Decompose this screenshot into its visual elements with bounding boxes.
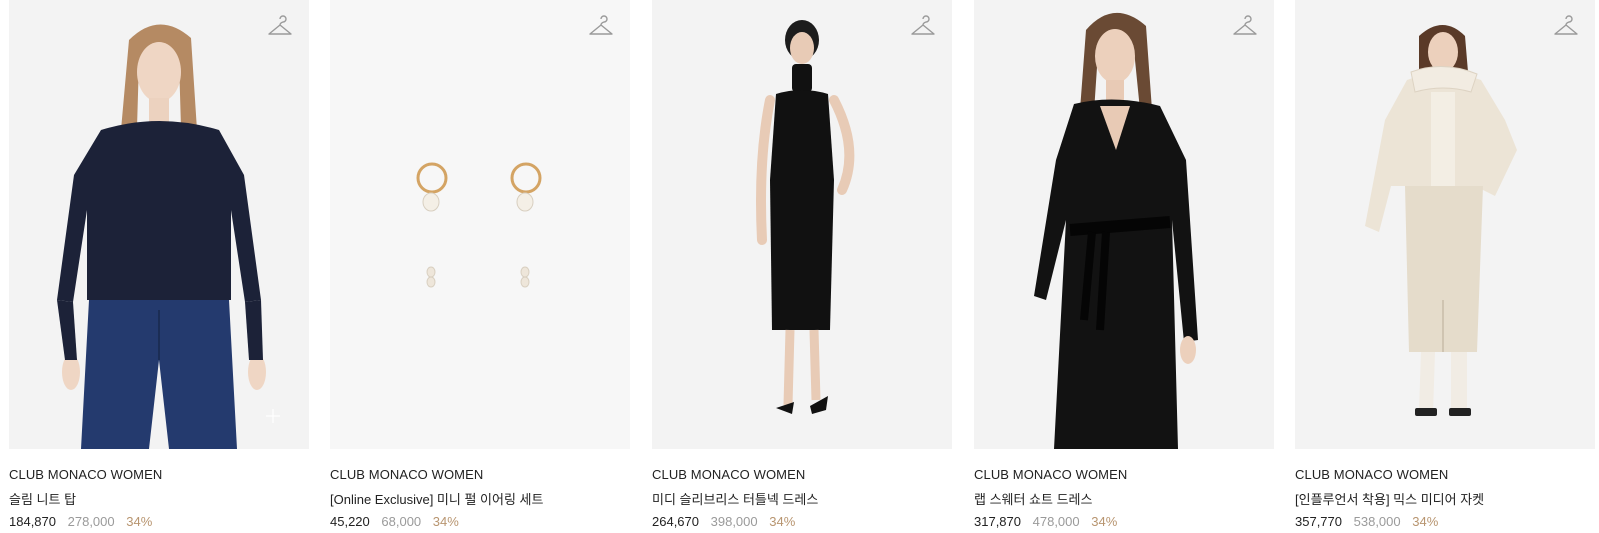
discount-rate: 34%: [1091, 514, 1118, 529]
discount-rate: 34%: [126, 514, 153, 529]
product-brand: CLUB MONACO WOMEN: [652, 467, 806, 482]
sale-price: 184,870: [9, 514, 56, 529]
product-image[interactable]: [1295, 0, 1595, 449]
product-name[interactable]: [인플루언서 착용] 믹스 미디어 자켓: [1295, 489, 1484, 508]
hanger-icon[interactable]: [588, 14, 614, 40]
original-price: 278,000: [67, 514, 115, 529]
product-name[interactable]: 슬림 니트 탑: [9, 489, 76, 508]
product-image[interactable]: [652, 0, 952, 449]
product-grid: CLUB MONACO WOMEN 슬림 니트 탑 184,870 278,00…: [0, 0, 1599, 533]
plus-icon[interactable]: [266, 409, 280, 423]
discount-rate: 34%: [1412, 514, 1439, 529]
original-price: 478,000: [1032, 514, 1080, 529]
sale-price: 317,870: [974, 514, 1021, 529]
price-row: 357,770 538,000 34%: [1295, 514, 1446, 529]
hanger-icon[interactable]: [910, 14, 936, 40]
price-row: 264,670 398,000 34%: [652, 514, 803, 529]
hanger-icon[interactable]: [1553, 14, 1579, 40]
product-image[interactable]: [330, 0, 630, 449]
product-card[interactable]: CLUB MONACO WOMEN [인플루언서 착용] 믹스 미디어 자켓 3…: [1295, 0, 1595, 533]
product-image[interactable]: [9, 0, 309, 449]
original-price: 68,000: [381, 514, 422, 529]
original-price: 398,000: [710, 514, 758, 529]
sale-price: 264,670: [652, 514, 699, 529]
product-card[interactable]: CLUB MONACO WOMEN [Online Exclusive] 미니 …: [330, 0, 630, 533]
product-image[interactable]: [974, 0, 1274, 449]
pearl-earring-set-photo: [416, 162, 542, 288]
hanger-icon[interactable]: [267, 14, 293, 40]
product-card[interactable]: CLUB MONACO WOMEN 미디 슬리브리스 터틀넥 드레스 264,6…: [652, 0, 952, 533]
product-name[interactable]: 미디 슬리브리스 터틀넥 드레스: [652, 489, 818, 508]
price-row: 317,870 478,000 34%: [974, 514, 1125, 529]
navy-knit-top-photo: [57, 24, 266, 449]
product-brand: CLUB MONACO WOMEN: [330, 467, 484, 482]
product-card[interactable]: CLUB MONACO WOMEN 랩 스웨터 쇼트 드레스 317,870 4…: [974, 0, 1274, 533]
ivory-mixed-media-jacket-photo: [1365, 25, 1517, 416]
discount-rate: 34%: [769, 514, 796, 529]
product-name[interactable]: 랩 스웨터 쇼트 드레스: [974, 489, 1092, 508]
sale-price: 357,770: [1295, 514, 1342, 529]
black-turtleneck-dress-photo: [756, 20, 855, 414]
black-wrap-sweater-dress-photo: [1034, 12, 1198, 449]
product-card[interactable]: CLUB MONACO WOMEN 슬림 니트 탑 184,870 278,00…: [9, 0, 309, 533]
product-brand: CLUB MONACO WOMEN: [9, 467, 163, 482]
price-row: 45,220 68,000 34%: [330, 514, 467, 529]
product-brand: CLUB MONACO WOMEN: [974, 467, 1128, 482]
discount-rate: 34%: [432, 514, 459, 529]
product-brand: CLUB MONACO WOMEN: [1295, 467, 1449, 482]
product-name[interactable]: [Online Exclusive] 미니 펄 이어링 세트: [330, 489, 543, 508]
price-row: 184,870 278,000 34%: [9, 514, 160, 529]
original-price: 538,000: [1353, 514, 1401, 529]
sale-price: 45,220: [330, 514, 370, 529]
hanger-icon[interactable]: [1232, 14, 1258, 40]
